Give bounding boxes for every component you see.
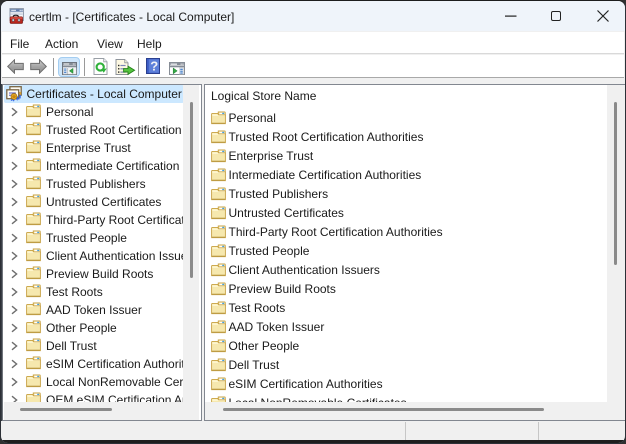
svg-text:?: ?: [150, 58, 158, 73]
